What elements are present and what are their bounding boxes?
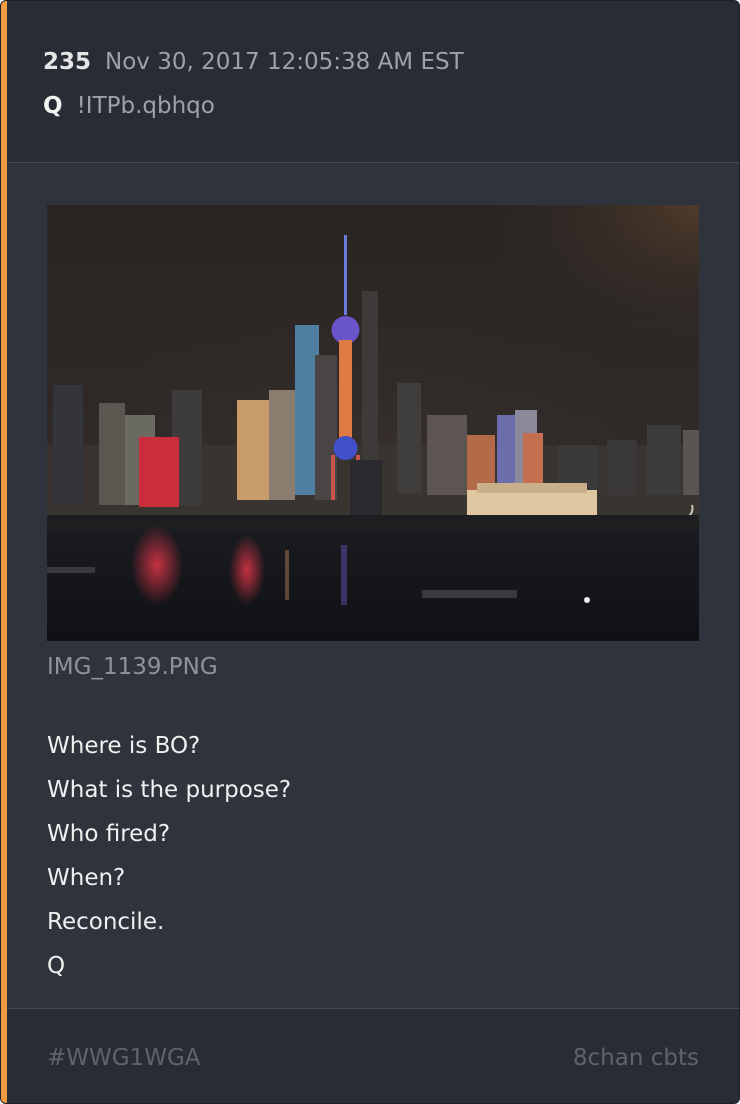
- author-tripcode: !ITPb.qbhqo: [76, 93, 215, 119]
- post-body: IMG_1139.PNG Where is BO? What is the pu…: [7, 164, 739, 1008]
- post-number[interactable]: 235: [43, 49, 91, 75]
- source-label: 8chan cbts: [572, 1045, 699, 1071]
- author-name: Q: [43, 93, 63, 119]
- post-footer: #WWG1WGA 8chan cbts: [7, 1008, 739, 1103]
- message-line: Where is BO?: [47, 733, 201, 759]
- message-signature: Q: [47, 953, 66, 979]
- message-line: When?: [47, 865, 126, 891]
- message-line: Who fired?: [47, 821, 171, 847]
- post-card: 235 Nov 30, 2017 12:05:38 AM EST Q !ITPb.q…: [0, 0, 740, 1104]
- post-author-row: Q !ITPb.qbhqo: [43, 91, 215, 121]
- attachment-filename[interactable]: IMG_1139.PNG: [47, 652, 218, 682]
- post-datetime: Nov 30, 2017 12:05:38 AM EST: [105, 49, 464, 75]
- post-message: Where is BO? What is the purpose? Who fi…: [47, 729, 291, 993]
- message-line: Reconcile.: [47, 909, 165, 935]
- message-line: What is the purpose?: [47, 777, 292, 803]
- post-header: 235 Nov 30, 2017 12:05:38 AM EST Q !ITPb.q…: [7, 1, 739, 163]
- post-meta: 235 Nov 30, 2017 12:05:38 AM EST: [43, 47, 464, 77]
- hashtag-label: #WWG1WGA: [47, 1045, 201, 1071]
- attachment-image[interactable]: [47, 205, 699, 641]
